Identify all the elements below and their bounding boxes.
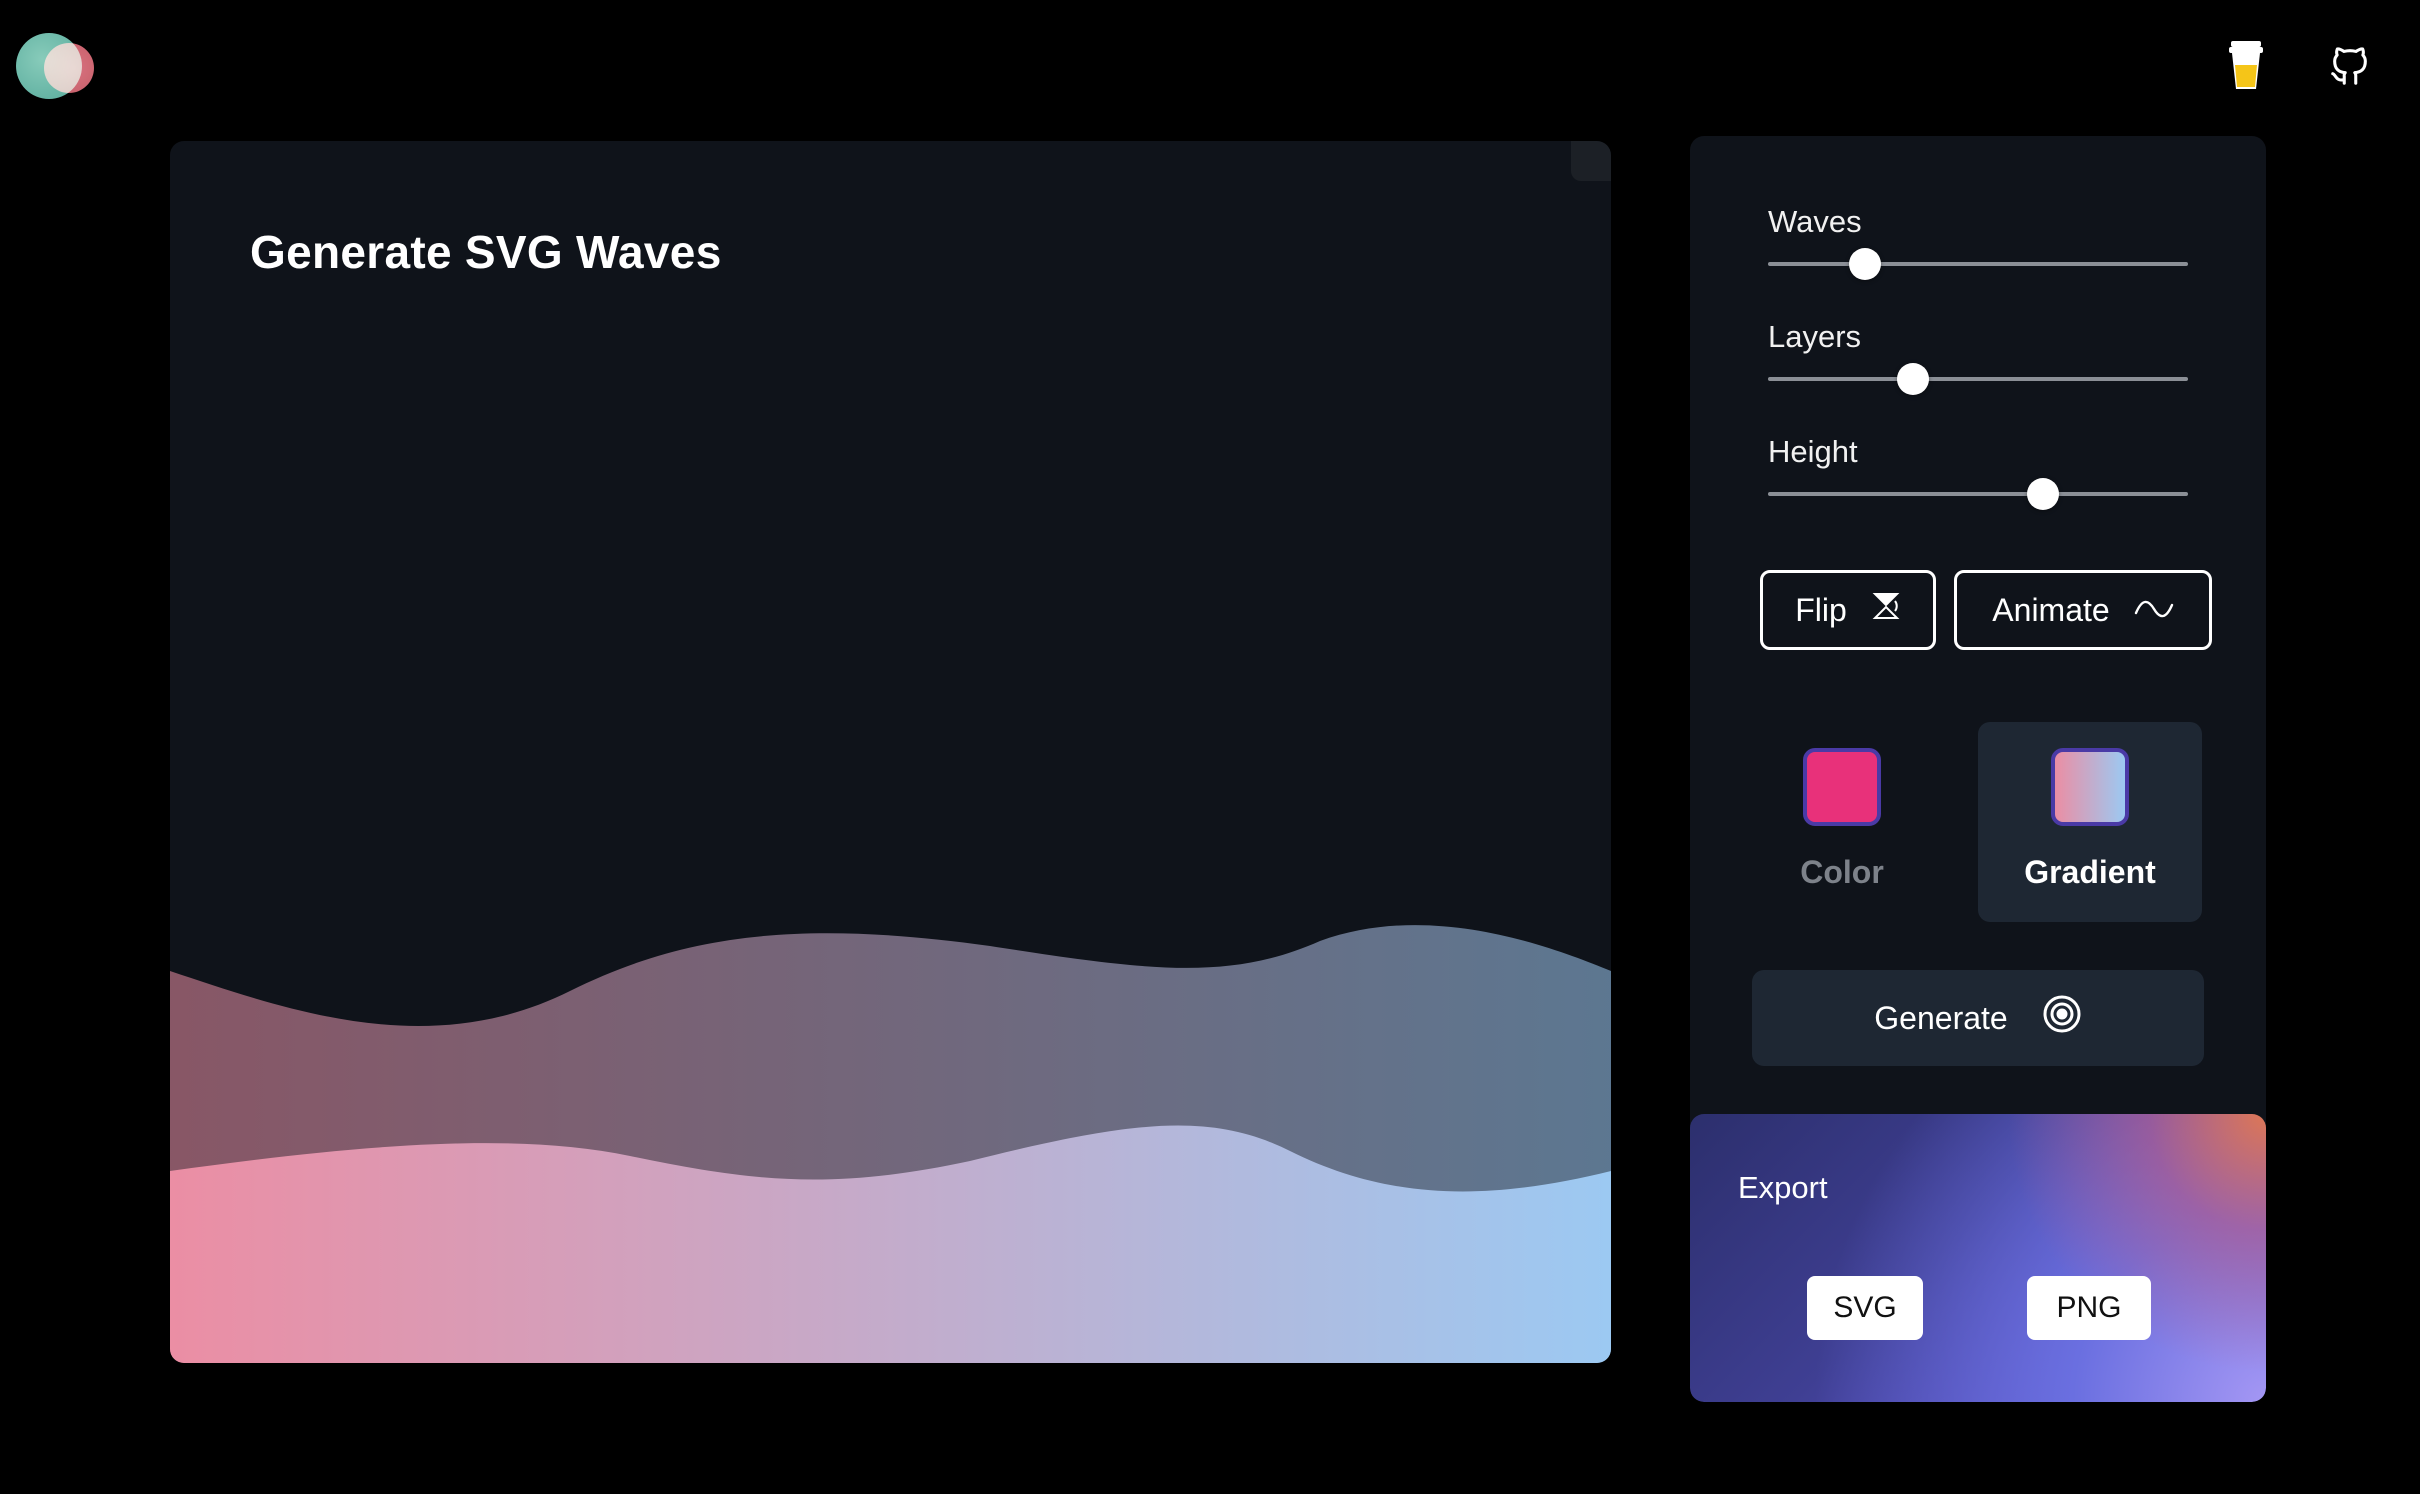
waves-slider-label: Waves — [1768, 204, 1862, 239]
animate-button-label: Animate — [1992, 591, 2110, 628]
color-swatch[interactable] — [1803, 748, 1881, 826]
height-slider-thumb[interactable] — [2027, 478, 2060, 510]
flip-icon — [1871, 591, 1901, 629]
app-logo[interactable] — [16, 33, 96, 101]
layers-slider[interactable] — [1768, 363, 2188, 395]
layers-slider-label: Layers — [1768, 319, 1862, 354]
controls-panel: Waves Layers Height Flip Animate Color G… — [1690, 136, 2266, 1402]
generate-button[interactable]: Generate — [1752, 970, 2204, 1066]
layers-slider-thumb[interactable] — [1896, 363, 1929, 395]
wave-preview-canvas: Generate SVG Waves — [170, 141, 1611, 1363]
waves-slider-thumb[interactable] — [1848, 248, 1881, 280]
page-title: Generate SVG Waves — [250, 226, 722, 278]
sine-wave-icon — [2134, 592, 2174, 629]
export-png-button[interactable]: PNG — [2027, 1276, 2151, 1340]
gradient-mode-label: Gradient — [2024, 854, 2156, 890]
waves-slider-group: Waves — [1768, 204, 2188, 280]
preview-corner-handle[interactable] — [1571, 141, 1611, 181]
export-svg-button[interactable]: SVG — [1807, 1276, 1923, 1340]
flip-button[interactable]: Flip — [1760, 570, 1936, 650]
animate-button[interactable]: Animate — [1954, 570, 2212, 650]
generate-button-label: Generate — [1874, 999, 2008, 1036]
gradient-mode-option[interactable]: Gradient — [1978, 722, 2202, 922]
height-slider-group: Height — [1768, 434, 2188, 510]
logo-circle-pink — [44, 43, 94, 93]
flip-button-label: Flip — [1795, 591, 1847, 628]
export-title: Export — [1738, 1170, 1828, 1205]
coffee-cup-icon[interactable] — [2218, 38, 2274, 94]
color-mode-label: Color — [1800, 854, 1884, 890]
github-icon[interactable] — [2322, 38, 2378, 94]
gradient-swatch[interactable] — [2051, 748, 2129, 826]
waves-graphic — [170, 925, 1611, 1363]
waves-slider[interactable] — [1768, 248, 2188, 280]
height-slider[interactable] — [1768, 478, 2188, 510]
target-icon — [2042, 994, 2082, 1042]
export-section: Export SVG PNG — [1690, 1114, 2266, 1402]
color-mode-option[interactable]: Color — [1730, 722, 1954, 922]
layers-slider-group: Layers — [1768, 319, 2188, 395]
height-slider-label: Height — [1768, 434, 1858, 469]
